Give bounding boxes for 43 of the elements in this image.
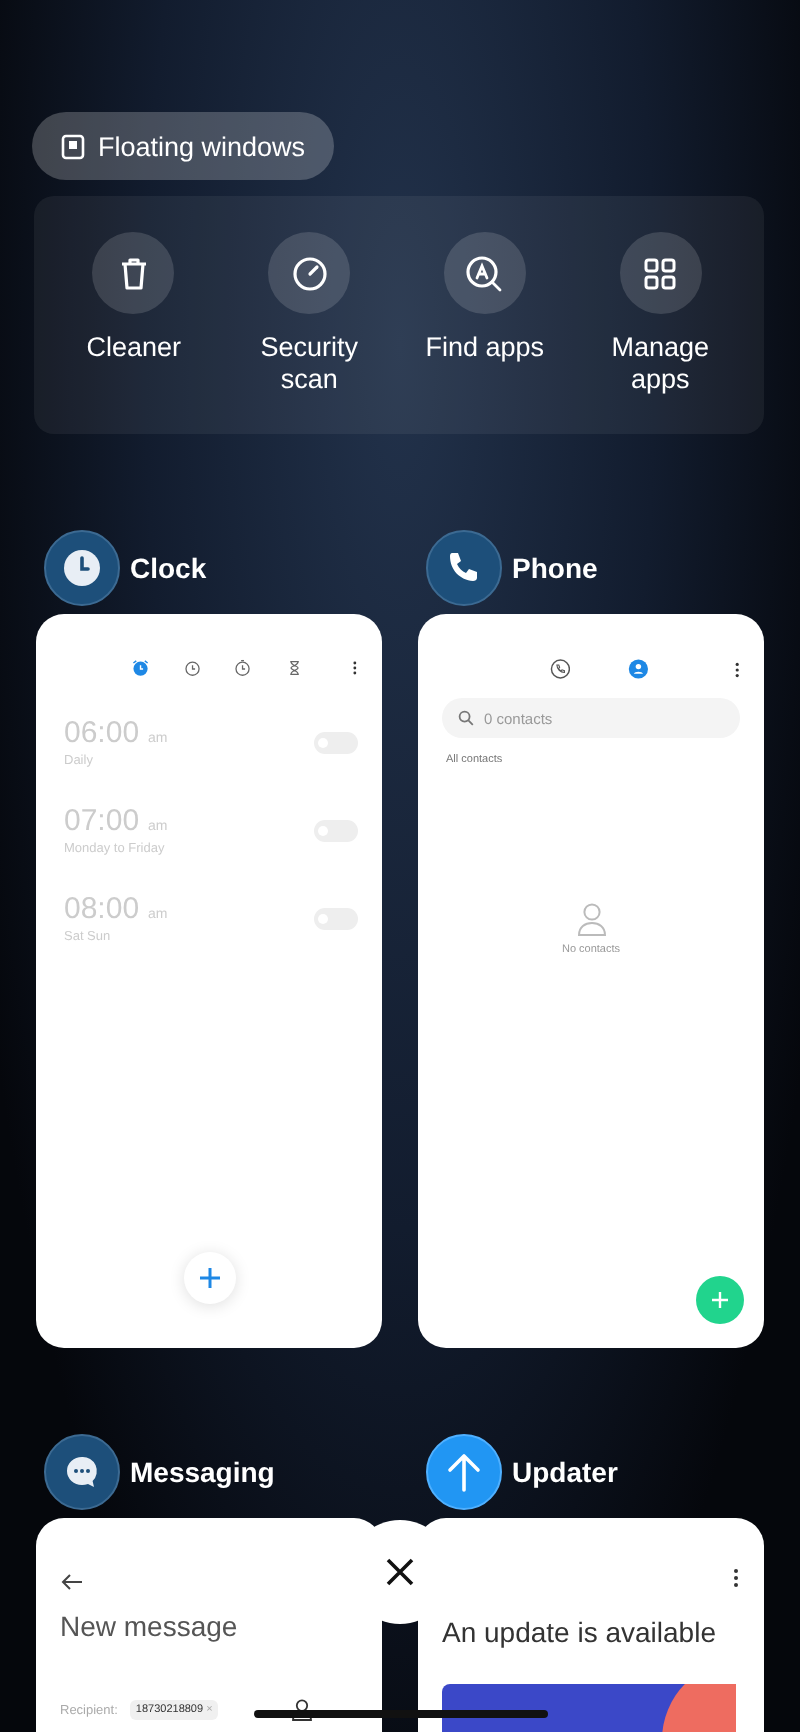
window-icon	[60, 133, 86, 159]
search-icon	[458, 710, 474, 726]
floating-windows-button[interactable]: Floating windows	[32, 112, 334, 180]
tool-label: Security scan	[258, 332, 361, 396]
clock-tab-icon[interactable]	[183, 656, 201, 680]
phone-tab-icon[interactable]	[550, 656, 571, 682]
search-icon	[464, 253, 505, 293]
add-alarm-button[interactable]	[183, 1252, 235, 1304]
tool-button[interactable]	[268, 232, 351, 314]
back-arrow-icon[interactable]	[60, 1572, 84, 1592]
more-icon[interactable]	[352, 656, 358, 680]
clock-icon	[62, 548, 102, 588]
app-name: Clock	[130, 552, 207, 584]
app-icon[interactable]	[426, 1434, 502, 1510]
stopwatch-icon[interactable]	[234, 656, 252, 680]
chat-bubble-icon	[62, 1452, 102, 1492]
more-icon[interactable]	[733, 657, 741, 681]
person-icon	[575, 902, 607, 936]
plus-icon	[710, 1290, 730, 1310]
up-arrow-icon	[442, 1450, 486, 1494]
tool-button[interactable]	[619, 232, 702, 314]
hourglass-icon[interactable]	[285, 656, 303, 680]
app-icon[interactable]	[426, 530, 502, 606]
screen-title: New message	[60, 1610, 240, 1642]
tool-label: Manage apps	[609, 332, 712, 396]
tool-label: Cleaner	[84, 332, 184, 364]
more-icon[interactable]	[732, 1566, 740, 1590]
app-preview-card[interactable]: An update is available	[418, 1518, 764, 1732]
close-icon	[384, 1556, 416, 1588]
app-name: Updater	[512, 1456, 618, 1488]
app-icon[interactable]	[44, 530, 120, 606]
grid-icon	[640, 253, 681, 293]
app-icon[interactable]	[44, 1434, 120, 1510]
update-title: An update is available	[442, 1616, 718, 1648]
plus-icon	[197, 1266, 221, 1290]
tool-button[interactable]	[92, 232, 175, 314]
contacts-tab-icon[interactable]	[628, 656, 650, 682]
alarm-clock-icon[interactable]	[132, 656, 150, 680]
app-name: Phone	[512, 552, 598, 584]
tool-label: Find apps	[423, 332, 547, 364]
app-name: Messaging	[130, 1456, 275, 1488]
tool-button[interactable]	[443, 232, 526, 314]
gauge-icon	[289, 253, 330, 293]
